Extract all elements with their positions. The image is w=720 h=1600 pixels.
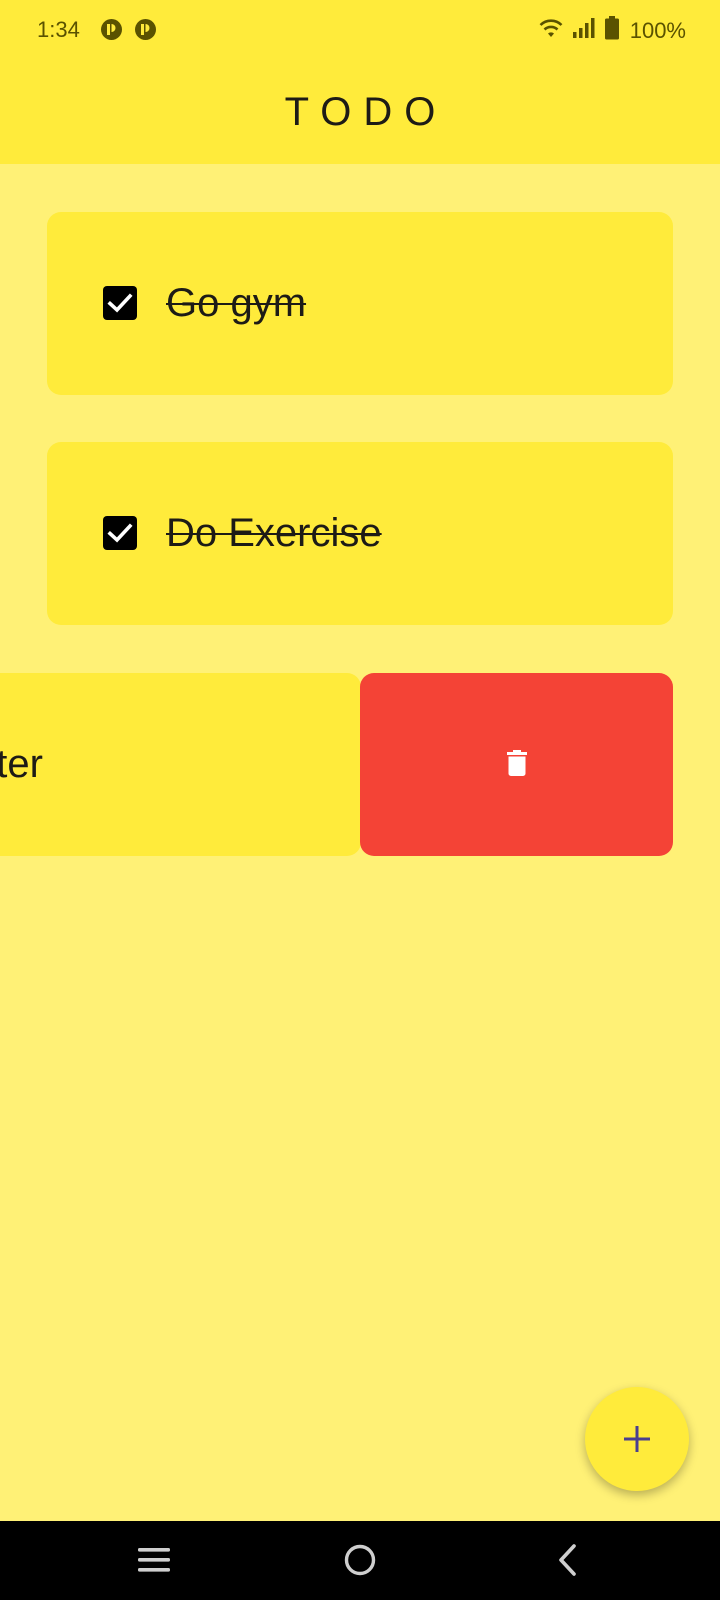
todo-item[interactable]: Go gym xyxy=(47,212,673,395)
system-nav-bar xyxy=(0,1521,720,1600)
todo-checkbox[interactable] xyxy=(103,286,137,320)
cellular-signal-icon xyxy=(572,17,596,44)
app-notification-icon xyxy=(135,19,156,40)
home-icon[interactable] xyxy=(336,1536,384,1584)
todo-text: Do Exercise xyxy=(166,511,382,555)
wifi-icon xyxy=(538,17,564,44)
todo-text: ater xyxy=(0,742,43,786)
todo-text: Go gym xyxy=(166,281,307,325)
trash-icon xyxy=(507,750,527,776)
back-icon[interactable] xyxy=(544,1536,592,1584)
page-title: TODO xyxy=(284,90,448,134)
battery-percentage: 100% xyxy=(629,17,686,43)
todo-item[interactable]: Do Exercise xyxy=(47,442,673,625)
todo-item-swiped[interactable]: ater xyxy=(0,673,361,856)
status-bar: 1:34 100% xyxy=(0,0,720,62)
app-notification-icon xyxy=(101,19,122,40)
delete-action[interactable] xyxy=(360,673,673,856)
recent-apps-icon[interactable] xyxy=(130,1536,178,1584)
add-todo-button[interactable] xyxy=(585,1387,689,1491)
todo-checkbox[interactable] xyxy=(103,516,137,550)
status-indicators: 100% xyxy=(538,16,686,45)
battery-icon xyxy=(604,16,620,45)
status-time: 1:34 xyxy=(37,17,80,42)
plus-icon xyxy=(624,1426,650,1452)
app-bar: TODO xyxy=(0,62,720,164)
